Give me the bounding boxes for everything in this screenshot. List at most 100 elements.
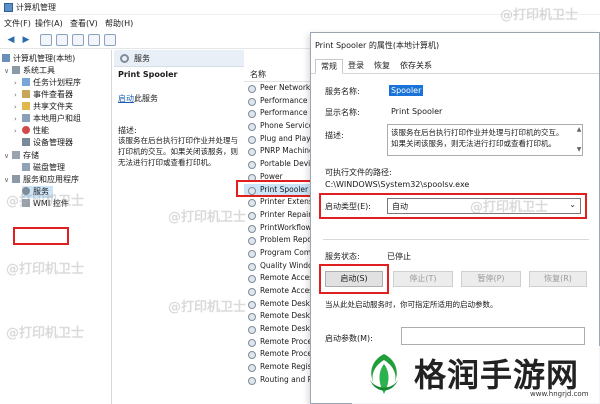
pause-button[interactable]: 暂停(P) [461, 271, 521, 287]
highlight-services-tree [13, 227, 69, 245]
gear-icon [248, 262, 256, 271]
up-folder-icon[interactable] [40, 34, 52, 46]
list-item[interactable]: Remote Regis [244, 361, 312, 374]
list-item[interactable]: PNRP Machine [244, 145, 312, 158]
expanded-caret-icon[interactable]: ∨ [4, 174, 12, 186]
startup-type-label: 启动类型(E): [325, 202, 371, 211]
tab-general[interactable]: 常规 [315, 59, 343, 74]
display-name-label: 显示名称: [325, 108, 360, 117]
menu-help[interactable]: 帮助(H) [105, 18, 133, 29]
list-item[interactable]: Program Comp [244, 247, 312, 260]
gear-icon [248, 97, 256, 106]
exe-path-value: C:\WINDOWS\System32\spoolsv.exe [325, 180, 470, 189]
tree-root[interactable]: 计算机管理(本地) [2, 53, 75, 65]
stop-button[interactable]: 停止(T) [393, 271, 453, 287]
services-header: 服务 [114, 50, 244, 67]
startup-type-value: 自动 [392, 202, 408, 211]
list-item[interactable]: Remote Deskt [244, 298, 312, 311]
tab-logon[interactable]: 登录 [343, 59, 369, 73]
expanded-caret-icon[interactable]: ∨ [4, 65, 12, 77]
folder-icon [22, 102, 30, 110]
list-item[interactable]: Printer Extensi [244, 196, 312, 209]
list-item[interactable]: Remote Deskt [244, 323, 312, 336]
tab-recovery[interactable]: 恢复 [369, 59, 395, 73]
collapsed-caret-icon[interactable]: › [14, 101, 22, 113]
clock-icon [22, 78, 30, 86]
expanded-caret-icon[interactable]: ∨ [4, 150, 12, 162]
list-item[interactable]: Remote Acces [244, 272, 312, 285]
tree-item-shared-folders[interactable]: › 共享文件夹 [14, 101, 73, 113]
brand-url: www.hngrjd.com [530, 390, 589, 398]
chevron-down-icon[interactable]: ⌄ [569, 200, 576, 209]
gear-icon [248, 148, 256, 157]
list-item[interactable]: PrintWorkflow [244, 222, 312, 235]
export-list-icon[interactable] [88, 34, 100, 46]
list-item[interactable]: Printer Repair [244, 209, 312, 222]
display-name-value: Print Spooler [391, 107, 443, 116]
list-item[interactable]: Remote Proce [244, 336, 312, 349]
tree-item-disk-management[interactable]: 磁盘管理 [22, 162, 65, 174]
section-divider [323, 239, 589, 240]
list-item[interactable]: Remote Acces [244, 285, 312, 298]
list-item[interactable]: Peer Network [244, 82, 312, 95]
collapsed-caret-icon[interactable]: › [14, 125, 22, 137]
column-name-header[interactable]: 名称 [250, 69, 266, 80]
tree-services-and-apps[interactable]: ∨ 服务和应用程序 [4, 174, 79, 186]
gear-icon [248, 237, 256, 246]
exe-path-label: 可执行文件的路径: [325, 168, 392, 177]
menu-view[interactable]: 查看(V) [70, 18, 98, 29]
tree-item-device-manager[interactable]: 设备管理器 [22, 137, 73, 149]
description-scrollbar[interactable]: ▲ ▼ [575, 125, 583, 155]
service-list-header: 名称 [244, 66, 312, 82]
menu-action[interactable]: 操作(A) [35, 18, 63, 29]
properties-icon[interactable] [104, 34, 116, 46]
show-hide-tree-icon[interactable] [56, 34, 68, 46]
refresh-icon[interactable] [72, 34, 84, 46]
gear-icon [248, 351, 256, 360]
tree-item-event-viewer[interactable]: › 事件查看器 [14, 89, 73, 101]
start-button[interactable]: 启动(S) [325, 271, 383, 287]
resume-button[interactable]: 恢复(R) [529, 271, 587, 287]
gear-icon [248, 123, 256, 132]
brand-overlay: 格润手游网 www.hngrjd.com [352, 346, 600, 404]
tree-storage[interactable]: ∨ 存储 [4, 150, 39, 162]
services-apps-icon [12, 175, 20, 183]
menu-file[interactable]: 文件(F) [4, 18, 31, 29]
forward-arrow-icon[interactable]: ▶ [20, 34, 32, 46]
list-item[interactable]: Problem Repor [244, 234, 312, 247]
start-service-link[interactable]: 启动 [118, 94, 134, 103]
collapsed-caret-icon[interactable]: › [14, 77, 22, 89]
storage-icon [12, 151, 20, 159]
tree-system-tools[interactable]: ∨ 系统工具 [4, 65, 55, 77]
gear-icon [248, 199, 256, 208]
list-item[interactable]: Routing and R [244, 374, 312, 387]
back-arrow-icon[interactable]: ◀ [5, 34, 17, 46]
list-item[interactable]: Performance C [244, 95, 312, 108]
gear-icon [248, 224, 256, 233]
gear-icon [248, 300, 256, 309]
start-params-input[interactable] [401, 327, 585, 345]
collapsed-caret-icon[interactable]: › [14, 89, 22, 101]
brand-logo-icon [370, 354, 398, 394]
service-name-value[interactable]: Spooler [389, 85, 424, 96]
collapsed-caret-icon[interactable]: › [14, 113, 22, 125]
list-item[interactable]: Remote Proce [244, 348, 312, 361]
window-title: 计算机管理 [16, 3, 56, 12]
list-item[interactable]: Portable Devi [244, 158, 312, 171]
description-box[interactable]: 该服务在后台执行打印作业并处理与打印机的交互。如果关闭该服务，则无法进行打印或查… [387, 124, 583, 156]
list-item[interactable]: Remote Deskt [244, 310, 312, 323]
watermark-text: @打印机卫士 [6, 326, 85, 341]
list-item[interactable]: Quality Windo [244, 260, 312, 273]
computer-management-icon [4, 3, 13, 12]
computer-icon [2, 54, 10, 62]
tree-item-performance[interactable]: › 性能 [14, 125, 49, 137]
list-item[interactable]: Phone Service [244, 120, 312, 133]
tree-item-task-scheduler[interactable]: › 任务计划程序 [14, 77, 81, 89]
list-item[interactable]: Performance L [244, 107, 312, 120]
list-item[interactable]: Plug and Play [244, 133, 312, 146]
tree-item-local-users[interactable]: › 本地用户和组 [14, 113, 81, 125]
watermark-text: @打印机卫士 [6, 262, 85, 277]
tab-dependencies[interactable]: 依存关系 [395, 59, 437, 73]
gear-icon [248, 288, 256, 296]
performance-icon [22, 126, 30, 134]
